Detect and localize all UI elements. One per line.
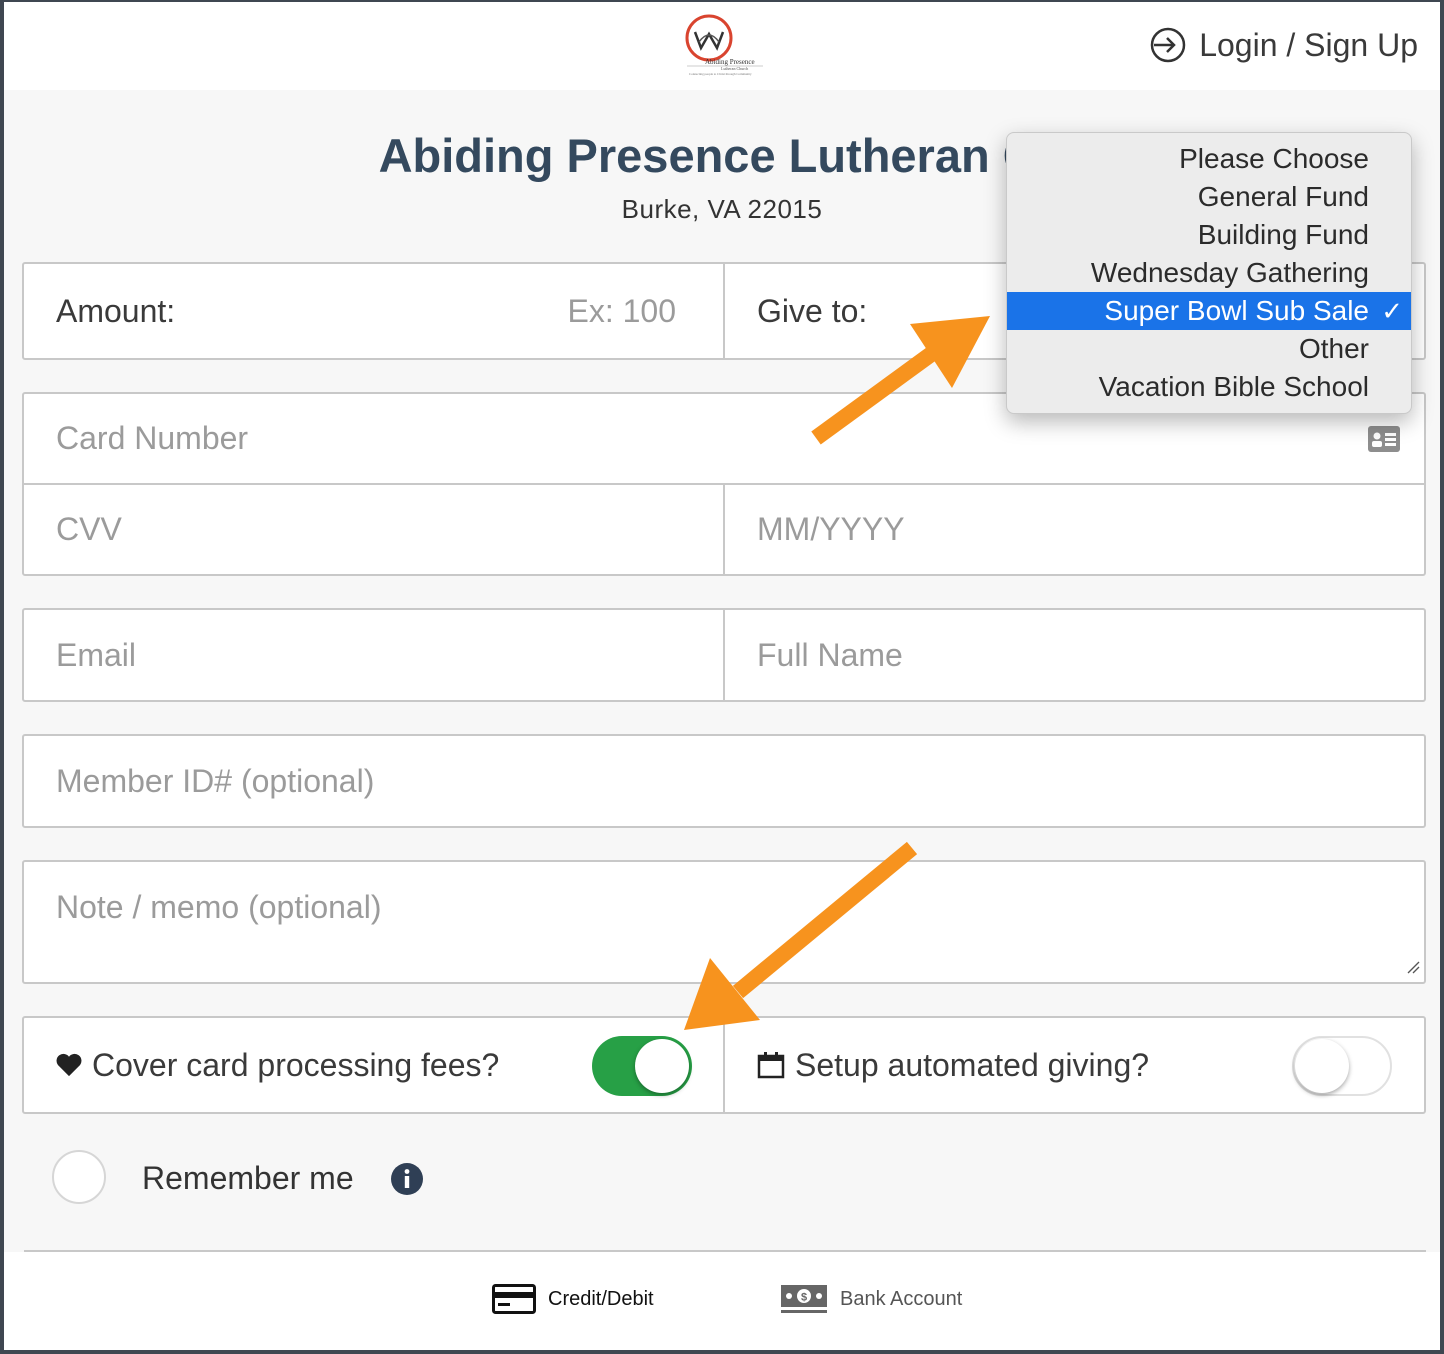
expiry-input[interactable]: MM/YYYY bbox=[725, 485, 1425, 574]
amount-placeholder: Ex: 100 bbox=[567, 292, 676, 329]
dropdown-option-label: Wednesday Gathering bbox=[1090, 257, 1369, 288]
email-placeholder: Email bbox=[56, 636, 137, 673]
dropdown-option-label: Super Bowl Sub Sale bbox=[1104, 295, 1369, 326]
cvv-input[interactable]: CVV bbox=[24, 485, 724, 574]
sign-in-icon bbox=[1150, 27, 1186, 63]
remember-me-checkbox[interactable] bbox=[52, 1150, 106, 1204]
svg-text:$: $ bbox=[801, 1292, 807, 1304]
member-id-cell: Member ID# (optional) bbox=[24, 736, 1424, 826]
card-details-group: Card Number CVV MM/YYYY bbox=[22, 392, 1426, 576]
login-label: Login / Sign Up bbox=[1199, 26, 1418, 63]
dropdown-option[interactable]: Building Fund bbox=[1007, 216, 1411, 254]
options-row: Cover card processing fees? Setup automa… bbox=[22, 1016, 1426, 1114]
dropdown-option[interactable]: Super Bowl Sub Sale ✓ bbox=[1007, 292, 1411, 330]
expiry-placeholder: MM/YYYY bbox=[757, 511, 905, 547]
tab-credit-debit[interactable]: Credit/Debit bbox=[492, 1284, 654, 1314]
top-bar: Abiding Presence Lutheran Church Connect… bbox=[4, 2, 1440, 90]
logo-sub: Lutheran Church bbox=[721, 66, 748, 71]
logo-name: Abiding Presence bbox=[705, 58, 755, 66]
cover-fees-label: Cover card processing fees? bbox=[92, 1046, 500, 1083]
full-name-input[interactable]: Full Name bbox=[725, 610, 1425, 700]
automated-giving-label: Setup automated giving? bbox=[795, 1046, 1150, 1083]
card-id-icon bbox=[1368, 425, 1400, 452]
dropdown-option[interactable]: Please Choose bbox=[1007, 140, 1411, 178]
amount-field[interactable]: Amount: Ex: 100 bbox=[24, 264, 724, 358]
card-number-placeholder: Card Number bbox=[56, 420, 249, 456]
dropdown-options: Please Choose General Fund Building Fund We… bbox=[1007, 140, 1411, 406]
dropdown-option[interactable]: Vacation Bible School bbox=[1007, 368, 1411, 406]
tab-bank-account[interactable]: $ Bank Account bbox=[780, 1284, 962, 1314]
dropdown-option[interactable]: Wednesday Gathering bbox=[1007, 254, 1411, 292]
note-cell: Note / memo (optional) bbox=[24, 882, 1424, 932]
cover-fees-toggle[interactable] bbox=[592, 1036, 692, 1096]
calendar-icon bbox=[757, 1052, 785, 1079]
member-id-placeholder: Member ID# (optional) bbox=[56, 762, 375, 799]
login-signup-link[interactable]: Login / Sign Up bbox=[1149, 26, 1418, 64]
credit-debit-label: Credit/Debit bbox=[548, 1287, 654, 1310]
email-input[interactable]: Email bbox=[24, 610, 724, 700]
logo-tagline: Connecting people to Christ through Comm… bbox=[689, 72, 752, 76]
payment-method-tabs bbox=[4, 1252, 1440, 1350]
member-id-input[interactable]: Member ID# (optional) bbox=[22, 734, 1426, 828]
note-placeholder: Note / memo (optional) bbox=[56, 888, 382, 925]
dropdown-option-label: Other bbox=[1298, 333, 1369, 364]
heart-icon bbox=[56, 1053, 82, 1077]
church-logo: Abiding Presence Lutheran Church Connect… bbox=[685, 14, 763, 76]
full-name-placeholder: Full Name bbox=[757, 636, 903, 673]
cvv-placeholder: CVV bbox=[56, 511, 122, 547]
money-icon: $ bbox=[781, 1285, 827, 1313]
contact-row: Email Full Name bbox=[22, 608, 1426, 702]
dropdown-option-label: General Fund bbox=[1197, 181, 1369, 212]
give-to-label: Give to: bbox=[757, 292, 868, 329]
dropdown-option-label: Vacation Bible School bbox=[1098, 371, 1369, 402]
dropdown-option-label: Please Choose bbox=[1179, 143, 1369, 174]
give-to-dropdown-menu: Please Choose General Fund Building Fund We… bbox=[1006, 132, 1412, 414]
amount-label: Amount: bbox=[56, 292, 176, 329]
credit-card-icon bbox=[492, 1284, 536, 1314]
toggle-knob bbox=[1295, 1039, 1349, 1093]
checkmark-icon: ✓ bbox=[1381, 296, 1403, 326]
info-icon[interactable] bbox=[390, 1162, 424, 1196]
dropdown-option[interactable]: General Fund bbox=[1007, 178, 1411, 216]
remember-me-label: Remember me bbox=[142, 1160, 354, 1196]
toggle-knob bbox=[635, 1039, 689, 1093]
note-textarea[interactable]: Note / memo (optional) bbox=[22, 860, 1426, 984]
automated-giving-toggle[interactable] bbox=[1292, 1036, 1392, 1096]
bank-account-label: Bank Account bbox=[840, 1287, 963, 1310]
resize-handle-icon[interactable] bbox=[1406, 960, 1420, 974]
dropdown-option-label: Building Fund bbox=[1197, 219, 1369, 250]
dropdown-option[interactable]: Other bbox=[1007, 330, 1411, 368]
app-frame: Abiding Presence Lutheran Church Connect… bbox=[4, 2, 1440, 1350]
